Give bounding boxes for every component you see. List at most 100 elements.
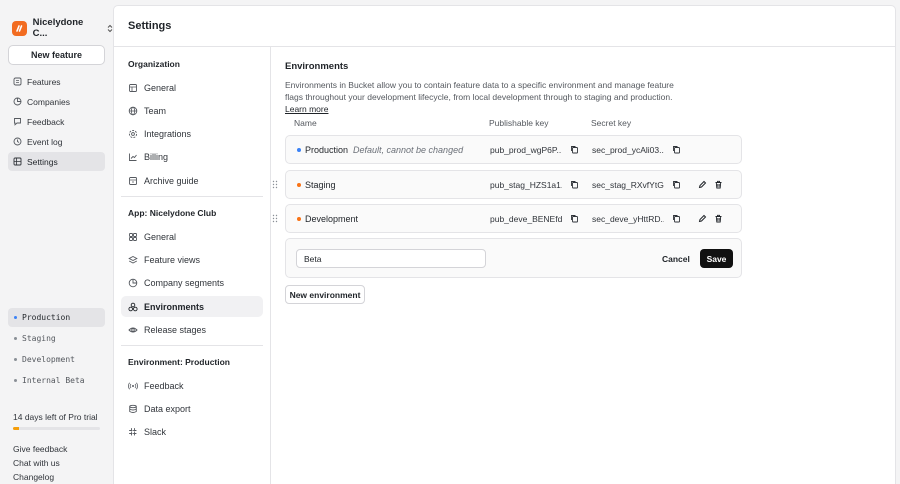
env-item-label: Internal Beta <box>22 376 85 385</box>
copy-icon[interactable] <box>570 214 579 223</box>
nav-item-event-log[interactable]: Event log <box>8 132 105 151</box>
env-item-label: Production <box>22 313 71 322</box>
env-name: Development <box>305 214 359 224</box>
env-item-internal-beta[interactable]: Internal Beta <box>8 371 105 390</box>
settings-org-general[interactable]: General <box>121 77 263 98</box>
column-name: Name <box>294 118 317 128</box>
pencil-icon[interactable] <box>698 214 707 223</box>
org-name: Nicelydone C... <box>32 17 84 39</box>
column-secret-key: Secret key <box>591 118 632 128</box>
main-panel: Settings Organization General Team Integ… <box>113 5 896 484</box>
env-item-development[interactable]: Development <box>8 350 105 369</box>
env-name: Production <box>305 145 349 155</box>
grid-icon <box>13 157 22 166</box>
settings-item-label: Slack <box>144 427 167 438</box>
new-feature-button[interactable]: New feature <box>8 45 105 65</box>
column-publishable-key: Publishable key <box>489 118 549 128</box>
nav-item-features[interactable]: Features <box>8 72 105 91</box>
app-sidebar: Nicelydone C... New feature Features Com… <box>0 0 113 484</box>
settings-section-organization: Organization <box>128 59 180 69</box>
settings-app-feature-views[interactable]: Feature views <box>121 249 263 270</box>
settings-env-slack[interactable]: Slack <box>121 422 263 443</box>
publishable-key-value: pub_stag_HZS1a1... <box>490 180 562 190</box>
copy-icon[interactable] <box>672 145 681 154</box>
org-switcher[interactable]: Nicelydone C... <box>12 17 113 39</box>
trial-progress-fill <box>13 427 20 430</box>
settings-app-environments[interactable]: Environments <box>121 296 263 318</box>
nav-item-label: Companies <box>27 96 70 107</box>
main-nav: Features Companies Feedback Event log Se… <box>8 72 105 172</box>
trial-progress-bar <box>13 427 100 430</box>
settings-item-label: Company segments <box>144 278 225 289</box>
copy-icon[interactable] <box>570 145 579 154</box>
env-item-label: Development <box>22 355 75 364</box>
settings-org-team[interactable]: Team <box>121 100 263 121</box>
nav-item-label: Features <box>27 76 61 87</box>
env-dot <box>14 379 17 382</box>
settings-app-company-segments[interactable]: Company segments <box>121 273 263 294</box>
settings-item-label: Feature views <box>144 254 201 265</box>
copy-icon[interactable] <box>672 180 681 189</box>
database-icon <box>128 404 138 414</box>
env-item-label: Staging <box>22 334 56 343</box>
changelog-link[interactable]: Changelog <box>13 470 67 484</box>
secret-key-value: sec_prod_ycAli03... <box>592 145 664 155</box>
trash-icon[interactable] <box>714 214 723 223</box>
settings-item-label: Integrations <box>144 129 192 140</box>
give-feedback-link[interactable]: Give feedback <box>13 442 67 456</box>
env-note: Default, cannot be changed <box>353 145 464 155</box>
env-color-dot <box>297 217 301 221</box>
page-title: Settings <box>128 20 172 32</box>
settings-item-label: General <box>144 82 177 93</box>
settings-org-integrations[interactable]: Integrations <box>121 124 263 145</box>
copy-icon[interactable] <box>570 180 579 189</box>
layers-icon <box>128 255 138 265</box>
env-color-dot <box>297 148 301 152</box>
settings-env-feedback[interactable]: Feedback <box>121 375 263 396</box>
settings-item-label: Release stages <box>144 324 207 335</box>
settings-divider <box>121 196 263 198</box>
settings-app-release-stages[interactable]: Release stages <box>121 319 263 340</box>
archive-icon <box>128 176 138 186</box>
settings-org-archive-guide[interactable]: Archive guide <box>121 170 263 191</box>
pencil-icon[interactable] <box>698 180 707 189</box>
nav-item-settings[interactable]: Settings <box>8 152 105 171</box>
cancel-button[interactable]: Cancel <box>656 249 696 268</box>
drag-handle-icon[interactable] <box>272 180 278 189</box>
save-button[interactable]: Save <box>700 249 733 268</box>
settings-item-label: Archive guide <box>144 175 199 186</box>
globe-icon <box>128 106 138 116</box>
settings-section-app: App: Nicelydone Club <box>128 208 217 219</box>
table-row: Production Default, cannot be changed pu… <box>285 135 742 164</box>
chat-icon <box>13 117 22 126</box>
drag-handle-icon[interactable] <box>272 214 278 223</box>
publishable-key-value: pub_prod_wgP6P... <box>490 145 562 155</box>
clock-icon <box>13 137 22 146</box>
table-row: Staging pub_stag_HZS1a1... sec_stag_RXvf… <box>272 170 742 199</box>
settings-app-general[interactable]: General <box>121 226 263 247</box>
env-item-production[interactable]: Production <box>8 308 105 327</box>
settings-item-label: Feedback <box>144 380 184 391</box>
bucket-logo-icon <box>12 20 27 36</box>
settings-item-label: Environments <box>144 301 205 312</box>
environment-name-input[interactable] <box>296 249 486 268</box>
nav-item-feedback[interactable]: Feedback <box>8 112 105 131</box>
chat-with-us-link[interactable]: Chat with us <box>13 456 67 470</box>
settings-nav: Organization General Team Integrations B… <box>114 47 271 484</box>
new-environment-button[interactable]: New environment <box>285 285 365 304</box>
nav-item-companies[interactable]: Companies <box>8 92 105 111</box>
settings-org-billing[interactable]: Billing <box>121 147 263 168</box>
settings-env-data-export[interactable]: Data export <box>121 399 263 420</box>
trash-icon[interactable] <box>714 180 723 189</box>
copy-icon[interactable] <box>672 214 681 223</box>
page-header: Settings <box>114 6 895 47</box>
env-color-dot <box>297 183 301 187</box>
nav-item-label: Settings <box>27 156 58 167</box>
chart-line-icon <box>128 152 138 162</box>
settings-section-environment: Environment: Production <box>128 357 230 368</box>
learn-more-link[interactable]: Learn more <box>285 104 328 114</box>
nav-item-label: Feedback <box>27 116 65 127</box>
env-item-staging[interactable]: Staging <box>8 329 105 348</box>
section-description: Environments in Bucket allow you to cont… <box>285 79 685 115</box>
settings-item-label: General <box>144 231 177 242</box>
